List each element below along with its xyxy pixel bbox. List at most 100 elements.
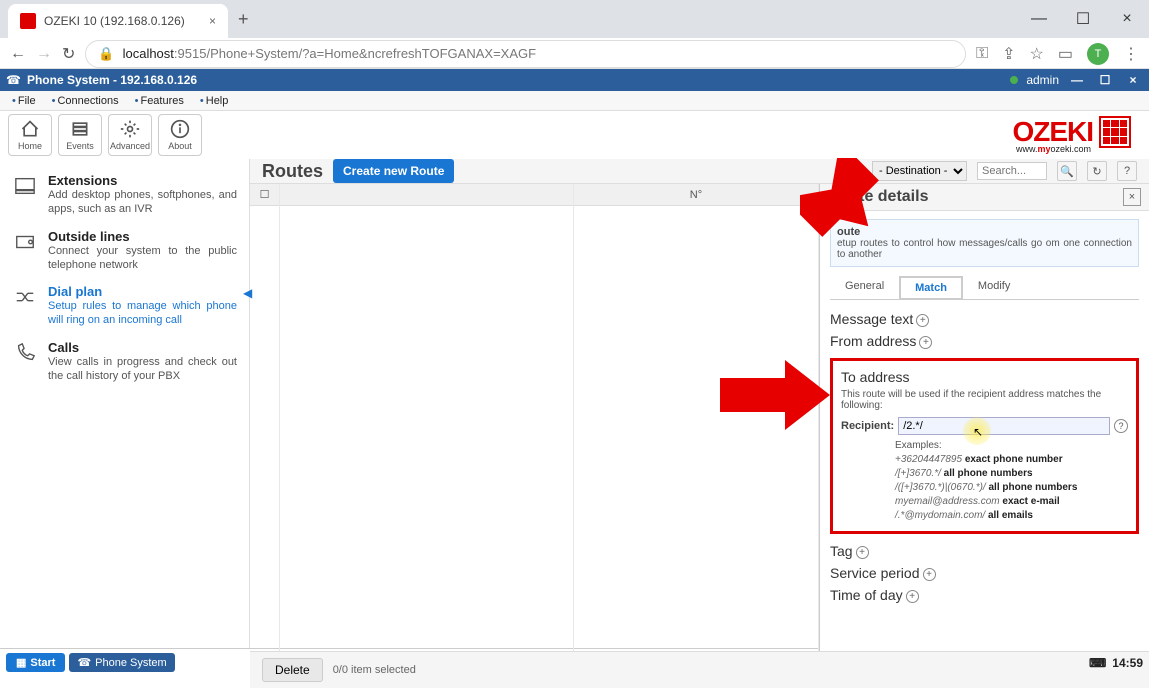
section-tag[interactable]: Tag+ — [830, 540, 1139, 562]
browser-tab[interactable]: OZEKI 10 (192.168.0.126) × — [8, 4, 228, 38]
about-button[interactable]: About — [158, 114, 202, 156]
footer-row: Delete 0/0 item selected — [250, 651, 1149, 688]
sidebar-item-calls[interactable]: Calls View calls in progress and check o… — [10, 334, 239, 390]
selection-count: 0/0 item selected — [333, 664, 416, 676]
new-tab-button[interactable]: + — [238, 9, 249, 30]
tab-close-icon[interactable]: × — [209, 14, 216, 28]
refresh-button[interactable]: ↻ — [1087, 161, 1107, 181]
section-from-address[interactable]: From address+ — [830, 330, 1139, 352]
browser-action-icons: ⚿ ⇪ ☆ ▭ T ⋮ — [976, 43, 1139, 65]
tool-label: Events — [66, 141, 94, 151]
grid-icon: ▦ — [16, 656, 26, 669]
tab-match[interactable]: Match — [899, 276, 963, 300]
app-close-button[interactable]: × — [1123, 72, 1143, 88]
reader-icon[interactable]: ▭ — [1058, 44, 1073, 64]
expand-icon: + — [856, 546, 869, 559]
sidebar-desc: Setup rules to manage which phone will r… — [48, 299, 237, 328]
details-close-button[interactable]: × — [1123, 188, 1141, 206]
content-header: Routes Create new Route - Destination - … — [250, 159, 1149, 184]
section-message-text[interactable]: Message text+ — [830, 308, 1139, 330]
active-arrow-icon: ◀ — [243, 286, 252, 300]
content-title: Routes — [262, 161, 323, 182]
key-icon[interactable]: ⚿ — [976, 45, 988, 63]
logo-url: www.myozeki.com — [1016, 144, 1091, 154]
taskbar-clock: ⌨ 14:59 — [1089, 656, 1143, 670]
keyboard-icon[interactable]: ⌨ — [1089, 656, 1106, 670]
tab-general[interactable]: General — [830, 275, 899, 299]
app-maximize-button[interactable]: ☐ — [1095, 72, 1115, 88]
back-button[interactable]: ← — [10, 45, 26, 63]
table-area: ☐ N° Route details × oute etup routes to… — [250, 184, 1149, 651]
destination-select[interactable]: - Destination - — [872, 161, 967, 181]
info-title: oute — [837, 226, 1132, 238]
search-button[interactable]: 🔍 — [1057, 161, 1077, 181]
lock-icon: 🔒 — [98, 46, 114, 62]
forward-button[interactable]: → — [36, 45, 52, 63]
info-desc: etup routes to control how messages/call… — [837, 238, 1132, 260]
tab-modify[interactable]: Modify — [963, 275, 1025, 299]
tool-label: About — [168, 141, 192, 151]
sidebar-item-extensions[interactable]: Extensions Add desktop phones, softphone… — [10, 167, 239, 223]
user-label[interactable]: admin — [1026, 73, 1059, 87]
menu-features[interactable]: Features — [127, 95, 192, 107]
search-input[interactable] — [977, 162, 1047, 180]
close-button[interactable]: × — [1105, 4, 1149, 34]
col-checkbox[interactable]: ☐ — [250, 184, 279, 206]
home-button[interactable]: Home — [8, 114, 52, 156]
to-address-box: To address This route will be used if th… — [830, 358, 1139, 534]
section-service-period[interactable]: Service period+ — [830, 562, 1139, 584]
task-phone-system[interactable]: ☎ Phone System — [69, 653, 174, 672]
browser-tab-row: OZEKI 10 (192.168.0.126) × + — ☐ × — [0, 0, 1149, 38]
maximize-button[interactable]: ☐ — [1061, 4, 1105, 34]
app-minimize-button[interactable]: — — [1067, 72, 1087, 88]
url-bar[interactable]: 🔒 localhost:9515/Phone+System/?a=Home&nc… — [85, 40, 966, 68]
start-button[interactable]: ▦ Start — [6, 653, 65, 672]
profile-avatar[interactable]: T — [1087, 43, 1109, 65]
browser-menu-icon[interactable]: ⋮ — [1123, 44, 1139, 64]
share-icon[interactable]: ⇪ — [1002, 44, 1015, 64]
delete-button[interactable]: Delete — [262, 658, 323, 682]
sidebar-item-outside-lines[interactable]: Outside lines Connect your system to the… — [10, 223, 239, 279]
events-icon — [70, 119, 90, 139]
gear-icon — [120, 119, 140, 139]
sidebar-item-dial-plan[interactable]: Dial plan Setup rules to manage which ph… — [10, 278, 239, 334]
col-number[interactable]: N° — [574, 184, 818, 206]
phone-icon: ☎ — [6, 73, 21, 87]
dialplan-icon — [12, 284, 38, 328]
logo-grid-icon — [1099, 116, 1131, 148]
phone-icon: ☎ — [77, 656, 91, 669]
details-title: Route details — [828, 188, 928, 206]
home-icon — [20, 119, 40, 139]
recipient-input[interactable] — [898, 417, 1110, 435]
menu-help[interactable]: Help — [192, 95, 236, 107]
sidebar: Extensions Add desktop phones, softphone… — [0, 159, 250, 648]
to-address-title: To address — [841, 369, 1128, 385]
ozeki-logo[interactable]: OZEKI www.myozeki.com — [1012, 116, 1141, 154]
create-route-button[interactable]: Create new Route — [333, 159, 454, 183]
status-indicator-icon — [1010, 76, 1018, 84]
route-details-panel: Route details × oute etup routes to cont… — [819, 184, 1149, 651]
details-header: Route details × — [820, 184, 1149, 211]
minimize-button[interactable]: — — [1017, 4, 1061, 34]
details-tabs: General Match Modify — [830, 275, 1139, 300]
reload-button[interactable]: ↻ — [62, 44, 75, 64]
content: Routes Create new Route - Destination - … — [250, 159, 1149, 648]
details-body: oute etup routes to control how messages… — [820, 211, 1149, 651]
star-icon[interactable]: ☆ — [1030, 44, 1044, 64]
events-button[interactable]: Events — [58, 114, 102, 156]
section-time-of-day[interactable]: Time of day+ — [830, 584, 1139, 606]
tool-label: Advanced — [110, 141, 150, 151]
expand-icon: + — [906, 590, 919, 603]
recipient-row: Recipient: ? — [841, 417, 1128, 435]
info-icon — [170, 119, 190, 139]
menu-connections[interactable]: Connections — [44, 95, 127, 107]
menu-bar: File Connections Features Help — [0, 91, 1149, 111]
extensions-icon — [12, 173, 38, 217]
advanced-button[interactable]: Advanced — [108, 114, 152, 156]
help-button[interactable]: ? — [1117, 161, 1137, 181]
menu-file[interactable]: File — [4, 95, 44, 107]
help-icon[interactable]: ? — [1114, 419, 1128, 433]
browser-chrome: OZEKI 10 (192.168.0.126) × + — ☐ × ← → ↻… — [0, 0, 1149, 69]
examples: Examples: +36204447895 exact phone numbe… — [841, 439, 1128, 523]
app-titlebar: ☎ Phone System - 192.168.0.126 admin — ☐… — [0, 69, 1149, 91]
